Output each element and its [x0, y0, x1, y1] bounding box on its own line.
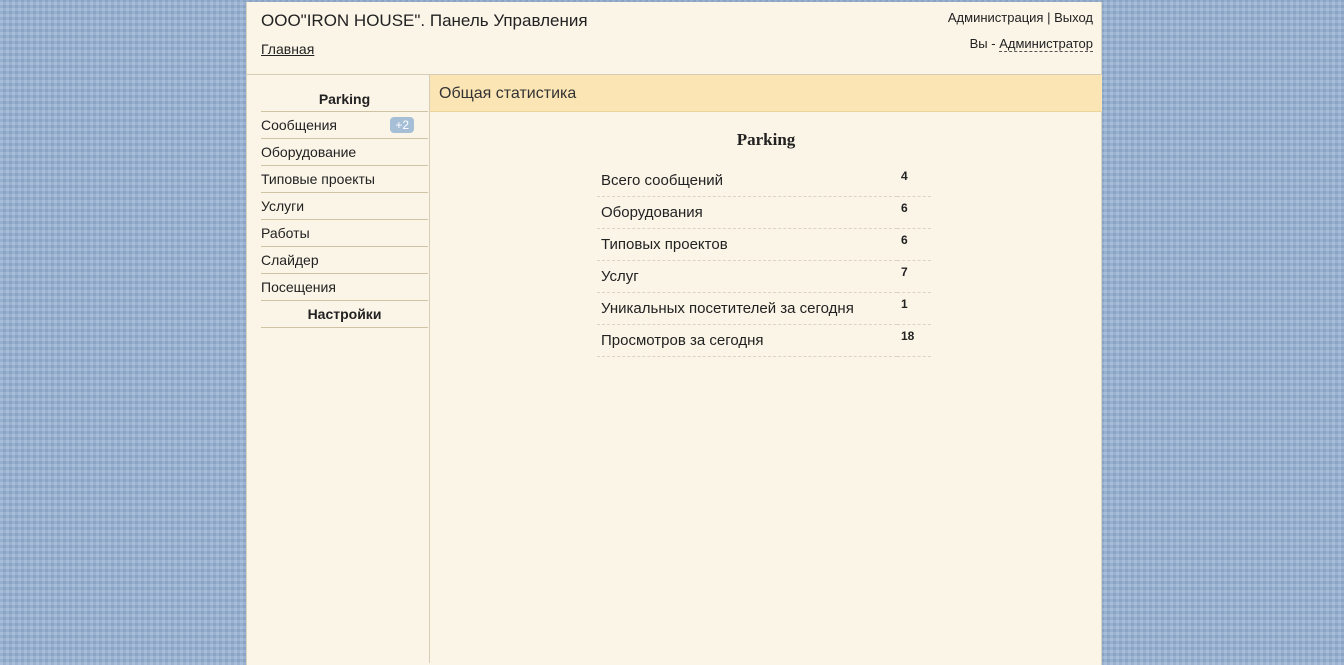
stats-title: Parking — [736, 130, 796, 149]
sidebar: Parking Сообщения +2 Оборудование Типовы… — [261, 75, 428, 328]
sidebar-item-typical-projects[interactable]: Типовые проекты — [261, 166, 428, 193]
user-name-link[interactable]: Администратор — [999, 36, 1093, 52]
sidebar-item-works[interactable]: Работы — [261, 220, 428, 247]
section-header: Общая статистика — [430, 75, 1102, 112]
sidebar-item-label: Типовые проекты — [261, 171, 375, 187]
stats-row: Уникальных посетителей за сегодня 1 — [597, 292, 931, 325]
sidebar-item-messages[interactable]: Сообщения +2 — [261, 112, 428, 139]
stats-value: 6 — [897, 228, 931, 261]
stats-value: 7 — [897, 260, 931, 293]
stats-label: Просмотров за сегодня — [597, 324, 897, 357]
separator: | — [1047, 10, 1051, 25]
sidebar-item-services[interactable]: Услуги — [261, 193, 428, 220]
sidebar-heading: Parking — [261, 75, 428, 112]
stats-label: Всего сообщений — [597, 165, 897, 197]
header: ООО"IRON HOUSE". Панель Управления Главн… — [247, 2, 1101, 75]
stats-label: Оборудования — [597, 196, 897, 229]
stats-value: 1 — [897, 292, 931, 325]
stats-label: Уникальных посетителей за сегодня — [597, 292, 897, 325]
sidebar-item-label: Услуги — [261, 198, 305, 214]
user-line: Вы - Администратор — [969, 36, 1093, 52]
stats-row: Оборудования 6 — [597, 196, 931, 229]
sidebar-item-label: Слайдер — [261, 252, 319, 268]
sidebar-item-equipment[interactable]: Оборудование — [261, 139, 428, 166]
home-link[interactable]: Главная — [261, 41, 314, 57]
sidebar-item-label: Посещения — [261, 279, 336, 295]
stats-row: Всего сообщений 4 — [597, 165, 931, 197]
stats-row: Типовых проектов 6 — [597, 228, 931, 261]
stats-label: Услуг — [597, 260, 897, 293]
stats-label: Типовых проектов — [597, 228, 897, 261]
stats-value: 18 — [897, 324, 931, 357]
stats-value: 6 — [897, 196, 931, 229]
user-prefix: Вы - — [969, 36, 996, 51]
sidebar-item-slider[interactable]: Слайдер — [261, 247, 428, 274]
site-title: ООО"IRON HOUSE". Панель Управления — [261, 11, 588, 30]
sidebar-item-label: Сообщения — [261, 117, 337, 133]
messages-count-badge: +2 — [390, 117, 414, 133]
main-content: Общая статистика Parking Всего сообщений… — [429, 75, 1102, 663]
page-wrapper: ООО"IRON HOUSE". Панель Управления Главн… — [246, 2, 1102, 665]
sidebar-item-visits[interactable]: Посещения — [261, 274, 428, 301]
admin-link[interactable]: Администрация — [948, 10, 1044, 25]
sidebar-item-settings[interactable]: Настройки — [261, 301, 428, 328]
stats-row: Просмотров за сегодня 18 — [597, 324, 931, 357]
sidebar-item-label: Работы — [261, 225, 310, 241]
stats-table: Всего сообщений 4 Оборудования 6 Типовых… — [597, 165, 931, 357]
stats-row: Услуг 7 — [597, 260, 931, 293]
top-links: Администрация | Выход — [948, 10, 1093, 25]
stats-value: 4 — [897, 165, 931, 197]
logout-link[interactable]: Выход — [1054, 10, 1093, 25]
sidebar-item-label: Оборудование — [261, 144, 357, 160]
